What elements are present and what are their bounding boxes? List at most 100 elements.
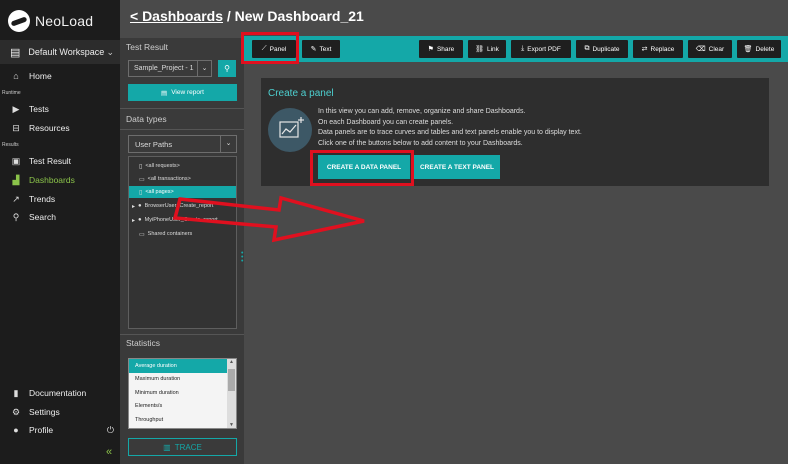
project-search-button[interactable]: ⚲: [218, 60, 236, 77]
statistics-list: Average duration Maximum duration Minimu…: [128, 358, 237, 429]
trends-icon: ↗: [12, 193, 20, 204]
export-pdf-label: Export PDF: [527, 45, 561, 53]
scroll-up-icon[interactable]: ▲: [228, 359, 235, 365]
share-button[interactable]: ⚑ Share: [419, 40, 463, 58]
duplicate-label: Duplicate: [592, 45, 620, 53]
logo[interactable]: NeoLoad: [8, 10, 93, 32]
test-result-title: Test Result: [126, 42, 169, 52]
duplicate-icon: ⧉: [584, 45, 590, 52]
folder-icon: ▭: [139, 231, 145, 238]
nav-test-result[interactable]: ▣ Test Result: [0, 152, 120, 170]
nav-resources[interactable]: ⊟ Resources: [0, 119, 120, 137]
data-type-select[interactable]: User Paths ⌄: [128, 135, 237, 153]
nav-profile-label: Profile: [29, 425, 54, 435]
folder-icon: ▭: [139, 176, 145, 183]
statistics-title: Statistics: [126, 338, 161, 348]
nav-section-results: Results: [2, 142, 19, 148]
gear-icon: ⚙: [11, 406, 21, 417]
view-report-button[interactable]: ▤ View report: [128, 84, 237, 101]
nav-settings[interactable]: ⚙ Settings: [0, 403, 120, 421]
bar-chart-icon: ▥: [163, 442, 171, 452]
expand-arrow-icon[interactable]: ▸: [132, 203, 135, 210]
nav-resources-label: Resources: [29, 123, 70, 133]
trace-label: TRACE: [174, 442, 202, 452]
statistic-throughput[interactable]: Throughput: [129, 413, 227, 427]
add-chart-icon-graphic: [279, 117, 304, 138]
tree-item-all-transactions[interactable]: ▭ <all transactions>: [129, 173, 236, 185]
left-navigation: NeoLoad ▤ Default Workspace ⌄ ⌂ Home Run…: [0, 0, 120, 464]
divider: [120, 334, 244, 335]
statistics-scrollbar[interactable]: ▲ ▼: [227, 359, 236, 428]
nav-home-label: Home: [29, 71, 52, 81]
tree-item-all-requests[interactable]: ▯ <all requests>: [129, 160, 236, 172]
home-icon: ⌂: [13, 71, 19, 81]
workspace-selector[interactable]: ▤ Default Workspace ⌄: [0, 40, 120, 64]
user-icon: ●: [138, 217, 142, 223]
replace-button[interactable]: ⇄ Replace: [633, 40, 683, 58]
expand-arrow-icon[interactable]: ▸: [132, 217, 135, 224]
nav-tests[interactable]: ▶ Tests: [0, 100, 120, 118]
export-pdf-button[interactable]: ⤓ Export PDF: [511, 40, 571, 58]
trace-button[interactable]: ▥ TRACE: [128, 438, 237, 456]
nav-trends[interactable]: ↗ Trends: [0, 190, 120, 208]
highlight-box-create-data-panel: [310, 150, 414, 186]
dashboard-toolbar: ⟋ Panel ✎ Text ⚑ Share ⛓ Link ⤓ Export P…: [244, 36, 788, 62]
chevron-down-icon: ⌄: [197, 61, 211, 76]
share-label: Share: [436, 45, 455, 53]
divider: [120, 108, 244, 109]
delete-button[interactable]: 🗑 Delete: [737, 40, 781, 58]
resources-icon: ⊟: [12, 122, 20, 133]
nav-tests-label: Tests: [29, 104, 49, 114]
nav-test-result-label: Test Result: [29, 156, 72, 166]
report-icon: ▤: [161, 89, 168, 97]
collapse-sidebar-icon[interactable]: «: [106, 446, 112, 458]
divider: [120, 129, 244, 130]
data-types-title: Data types: [126, 114, 167, 124]
user-icon: ●: [138, 203, 142, 209]
nav-search[interactable]: ⚲ Search: [0, 208, 120, 226]
create-text-panel-button[interactable]: CREATE A TEXT PANEL: [414, 155, 500, 179]
play-icon: ▶: [12, 103, 20, 114]
page-title: New Dashboard_21: [234, 8, 364, 24]
statistic-elements-per-second[interactable]: Elements/s: [129, 400, 227, 414]
nav-dashboards-label: Dashboards: [29, 175, 75, 185]
tree-item-label: <all transactions>: [147, 176, 191, 182]
breadcrumb-separator: /: [222, 8, 235, 24]
power-icon[interactable]: ⏻: [107, 425, 114, 436]
add-text-label: Text: [319, 45, 332, 53]
link-icon: ⛓: [475, 46, 484, 53]
nav-documentation[interactable]: ▮ Documentation: [0, 384, 120, 402]
link-button[interactable]: ⛓ Link: [468, 40, 506, 58]
statistic-average-duration[interactable]: Average duration: [129, 359, 227, 373]
workspace-icon: ▤: [10, 46, 21, 59]
neoload-logo-icon: [8, 10, 30, 32]
highlight-box-panel-button: [241, 32, 299, 64]
replace-label: Replace: [650, 45, 675, 53]
add-text-button[interactable]: ✎ Text: [302, 40, 340, 58]
nav-dashboards[interactable]: ▟ Dashboards: [0, 171, 120, 189]
edit-icon: ✎: [310, 46, 317, 53]
nav-section-runtime: Runtime: [2, 90, 21, 96]
duplicate-button[interactable]: ⧉ Duplicate: [576, 40, 628, 58]
create-panel-title: Create a panel: [268, 88, 334, 99]
nav-trends-label: Trends: [29, 194, 56, 204]
trash-icon: 🗑: [743, 46, 753, 53]
app-window: NeoLoad ▤ Default Workspace ⌄ ⌂ Home Run…: [0, 0, 788, 464]
scrollbar-thumb[interactable]: [228, 369, 235, 391]
eraser-icon: ⌫: [695, 46, 706, 53]
breadcrumb-dashboards-link[interactable]: < Dashboards: [130, 8, 223, 24]
chevron-down-icon: ⌄: [220, 136, 236, 152]
workspace-label: Default Workspace: [28, 47, 105, 57]
nav-home[interactable]: ⌂ Home: [0, 67, 120, 85]
page-icon: ▯: [139, 189, 143, 196]
tree-item-label: <all requests>: [145, 163, 180, 169]
user-icon: ●: [13, 425, 19, 435]
clear-button[interactable]: ⌫ Clear: [688, 40, 732, 58]
statistic-minimum-duration[interactable]: Minimum duration: [129, 386, 227, 400]
description-line: Click one of the buttons below to add co…: [318, 139, 523, 147]
statistic-maximum-duration[interactable]: Maximum duration: [129, 373, 227, 387]
nav-profile[interactable]: ● Profile ⏻: [0, 421, 120, 439]
scroll-down-icon[interactable]: ▼: [228, 422, 235, 428]
test-result-icon: ▣: [11, 155, 21, 166]
project-select[interactable]: Sample_Project - 1 ⌄: [128, 60, 212, 77]
